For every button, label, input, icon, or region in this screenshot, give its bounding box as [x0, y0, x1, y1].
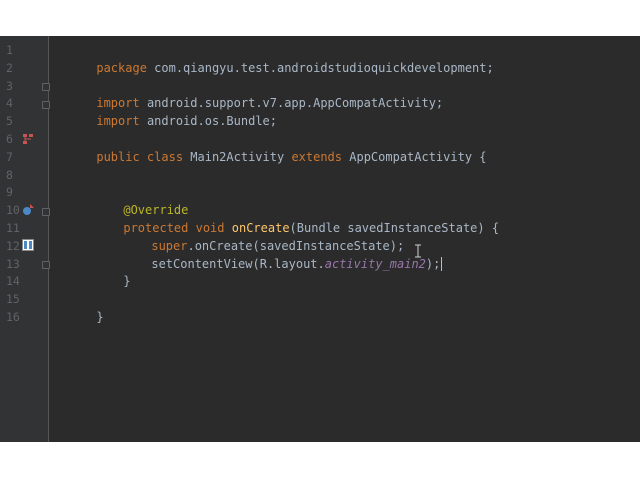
- screen: 1 2 3 4 5 6 7 8 9 10 11 12 13 14 15 16 p…: [0, 0, 640, 480]
- line-number: 16: [6, 310, 20, 324]
- line-number: 7: [6, 149, 13, 164]
- package-name: com.qiangyu.test.androidstudioquickdevel…: [146, 60, 494, 75]
- keyword: package: [96, 60, 147, 75]
- line-number: 5: [6, 114, 13, 129]
- line-number: 11: [6, 221, 20, 235]
- statement-end: );: [425, 256, 441, 271]
- closing-brace: }: [123, 274, 131, 289]
- line-number: 13: [6, 256, 20, 271]
- text-caret: [441, 257, 443, 272]
- code-line-1[interactable]: package com.qiangyu.test.androidstudioqu…: [53, 42, 493, 75]
- statement: setContentView(R.layout.: [151, 256, 325, 271]
- code-line-13[interactable]: }: [53, 256, 130, 288]
- keyword: import: [96, 114, 140, 129]
- fold-toggle-method[interactable]: [42, 208, 50, 216]
- class-name: Main2Activity: [183, 149, 292, 164]
- line-number: 8: [6, 167, 13, 182]
- fold-toggle-imports-end[interactable]: [42, 101, 50, 109]
- code-editor[interactable]: 1 2 3 4 5 6 7 8 9 10 11 12 13 14 15 16 p…: [0, 36, 640, 442]
- layout-field: activity_main2: [324, 256, 426, 271]
- hierarchy-icon[interactable]: [22, 133, 34, 145]
- code-line-12[interactable]: setContentView(R.layout.activity_main2);: [53, 238, 443, 272]
- code-line-4[interactable]: import android.os.Bundle;: [53, 95, 277, 128]
- code-line-3[interactable]: import android.support.v7.app.AppCompatA…: [53, 78, 443, 110]
- line-number: 2: [6, 60, 13, 75]
- closing-brace: }: [96, 309, 104, 324]
- code-line-10[interactable]: protected void onCreate(Bundle savedInst…: [53, 202, 499, 235]
- keyword: public class: [96, 149, 184, 164]
- line-number: 3: [6, 78, 13, 93]
- override-icon[interactable]: [22, 204, 34, 216]
- import-path: android.os.Bundle;: [139, 114, 277, 129]
- fold-toggle-imports[interactable]: [42, 83, 50, 91]
- superclass-name: AppCompatActivity {: [342, 149, 487, 164]
- code-line-6[interactable]: public class Main2Activity extends AppCo…: [53, 131, 486, 164]
- code-line-11[interactable]: super.onCreate(savedInstanceState);: [53, 220, 404, 253]
- line-number-gutter[interactable]: 1 2 3 4 5 6 7 8 9 10 11 12 13 14 15 16: [0, 36, 50, 442]
- keyword: extends: [291, 149, 343, 164]
- text-cursor-icon: [414, 244, 422, 258]
- line-number: 6: [6, 132, 13, 146]
- line-number: 1: [6, 43, 13, 57]
- line-number: 12: [6, 238, 20, 253]
- line-number: 4: [6, 96, 13, 111]
- fold-toggle-method-end[interactable]: [42, 261, 50, 269]
- line-number: 14: [6, 274, 20, 289]
- code-line-15[interactable]: }: [53, 291, 103, 324]
- line-number: 10: [6, 203, 20, 218]
- code-line-9[interactable]: @Override: [53, 184, 188, 217]
- line-number: 9: [6, 185, 13, 200]
- layout-preview-icon[interactable]: [22, 239, 34, 251]
- line-number: 15: [6, 292, 20, 307]
